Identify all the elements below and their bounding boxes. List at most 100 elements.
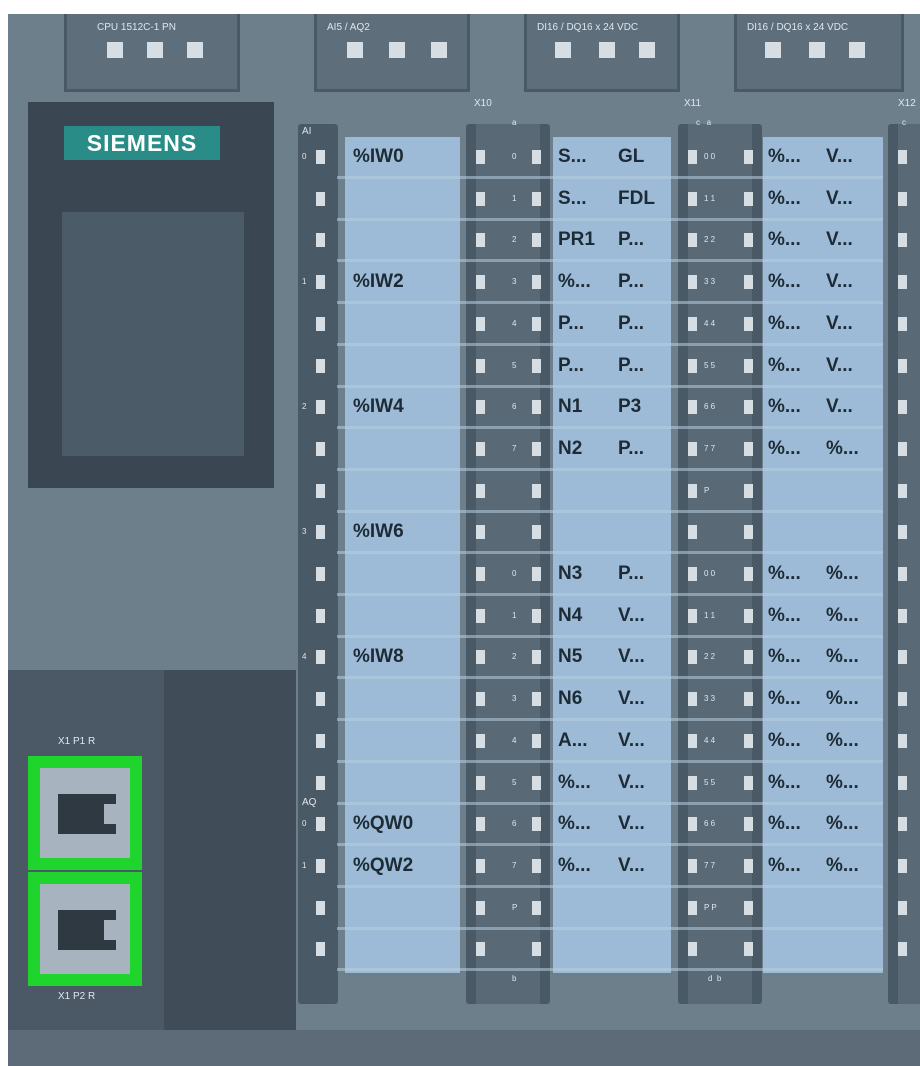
cpu-display-screen — [62, 212, 244, 456]
x10-signal-cell-2[interactable]: GL — [618, 146, 644, 168]
analog-channel-led — [316, 317, 325, 331]
x11-terminal-led-left — [688, 275, 697, 289]
x10-signal-cell[interactable]: N3 — [558, 563, 582, 585]
x11-signal-cell[interactable]: %... — [768, 646, 801, 668]
x10-signal-cell[interactable]: A... — [558, 730, 588, 752]
x11-signal-cell[interactable]: %... — [768, 229, 801, 251]
analog-address-cell[interactable]: %QW2 — [353, 855, 413, 877]
x10-signal-cell-2[interactable]: V... — [618, 772, 645, 794]
x10-signal-cell-2[interactable]: V... — [618, 605, 645, 627]
analog-channel-number: 0 — [302, 819, 307, 828]
x11-signal-cell[interactable]: %... — [768, 855, 801, 877]
analog-channel-led — [316, 400, 325, 414]
x11-signal-cell[interactable]: %... — [768, 313, 801, 335]
x10-terminal-led-right — [532, 942, 541, 956]
analog-channel-number: 0 — [302, 152, 307, 161]
row-separator — [337, 718, 883, 721]
ethernet-port-p1[interactable] — [28, 756, 142, 870]
x11-signal-cell-2[interactable]: %... — [826, 813, 859, 835]
x11-signal-cell[interactable]: %... — [768, 355, 801, 377]
x11-signal-cell-2[interactable]: %... — [826, 772, 859, 794]
x10-signal-cell[interactable]: S... — [558, 188, 587, 210]
x10-signal-cell[interactable]: N4 — [558, 605, 582, 627]
x10-signal-cell-2[interactable]: P... — [618, 563, 644, 585]
x11-signal-cell-2[interactable]: %... — [826, 646, 859, 668]
x11-signal-cell-2[interactable]: V... — [826, 396, 853, 418]
x10-terminal-led-right — [532, 317, 541, 331]
x10-signal-cell[interactable]: S... — [558, 146, 587, 168]
x11-signal-cell[interactable]: %... — [768, 271, 801, 293]
ethernet-port-p1-socket — [40, 768, 130, 858]
ethernet-port-p2[interactable] — [28, 872, 142, 986]
x10-signal-cell[interactable]: %... — [558, 772, 591, 794]
analog-address-cell[interactable]: %IW6 — [353, 521, 404, 543]
x10-signal-cell-2[interactable]: P... — [618, 271, 644, 293]
analog-channel-number: 2 — [302, 402, 307, 411]
analog-channel-led — [316, 567, 325, 581]
analog-address-cell[interactable]: %IW8 — [353, 646, 404, 668]
x11-terminal-led-right — [744, 901, 753, 915]
analog-address-cell[interactable]: %IW0 — [353, 146, 404, 168]
x11-signal-cell-2[interactable]: V... — [826, 188, 853, 210]
di-dq-module-header-2[interactable]: DI16 / DQ16 x 24 VDC — [734, 14, 904, 92]
analog-address-cell[interactable]: %IW2 — [353, 271, 404, 293]
cpu-display-panel[interactable]: SIEMENS — [28, 102, 274, 488]
x11-signal-cell[interactable]: %... — [768, 605, 801, 627]
analog-channel-led — [316, 901, 325, 915]
x11-signal-cell[interactable]: %... — [768, 188, 801, 210]
x10-signal-cell[interactable]: N5 — [558, 646, 582, 668]
x10-signal-cell[interactable]: N6 — [558, 688, 582, 710]
x10-terminal-led-right — [532, 150, 541, 164]
x10-signal-cell-2[interactable]: FDL — [618, 188, 655, 210]
x11-terminal-number: 4 4 — [704, 736, 716, 745]
ai-aq-module-header[interactable]: AI5 / AQ2 — [314, 14, 470, 92]
x11-signal-cell[interactable]: %... — [768, 146, 801, 168]
x10-signal-cell[interactable]: N2 — [558, 438, 582, 460]
x11-signal-cell-2[interactable]: V... — [826, 355, 853, 377]
x10-signal-cell-2[interactable]: V... — [618, 813, 645, 835]
x10-signal-cell-2[interactable]: P... — [618, 313, 644, 335]
x11-signal-cell[interactable]: %... — [768, 772, 801, 794]
x11-signal-cell-2[interactable]: %... — [826, 855, 859, 877]
x11-signal-cell-2[interactable]: V... — [826, 229, 853, 251]
x11-signal-cell[interactable]: %... — [768, 813, 801, 835]
x10-signal-cell-2[interactable]: P... — [618, 355, 644, 377]
x10-signal-cell-2[interactable]: V... — [618, 646, 645, 668]
analog-channel-led — [316, 359, 325, 373]
x10-signal-cell[interactable]: %... — [558, 271, 591, 293]
analog-address-cell[interactable]: %QW0 — [353, 813, 413, 835]
x10-signal-cell[interactable]: PR1 — [558, 229, 595, 251]
x10-signal-cell[interactable]: P... — [558, 313, 584, 335]
x10-signal-cell-2[interactable]: P... — [618, 229, 644, 251]
x11-signal-cell[interactable]: %... — [768, 730, 801, 752]
x11-signal-cell-2[interactable]: %... — [826, 605, 859, 627]
x10-terminal-number: 4 — [512, 736, 517, 745]
x10-signal-cell-2[interactable]: V... — [618, 730, 645, 752]
x11-signal-cell-2[interactable]: V... — [826, 271, 853, 293]
x11-signal-cell-2[interactable]: %... — [826, 730, 859, 752]
x10-signal-cell[interactable]: P... — [558, 355, 584, 377]
x11-signal-cell[interactable]: %... — [768, 688, 801, 710]
x11-signal-cell-2[interactable]: V... — [826, 146, 853, 168]
x11-signal-cell-2[interactable]: V... — [826, 313, 853, 335]
x10-signal-cell[interactable]: N1 — [558, 396, 582, 418]
di-dq-module-header-1[interactable]: DI16 / DQ16 x 24 VDC — [524, 14, 680, 92]
x10-signal-cell-2[interactable]: V... — [618, 855, 645, 877]
x10-signal-cell[interactable]: %... — [558, 813, 591, 835]
x10-signal-cell-2[interactable]: P3 — [618, 396, 641, 418]
x11-signal-cell[interactable]: %... — [768, 396, 801, 418]
x10-signal-cell[interactable]: %... — [558, 855, 591, 877]
row-separator — [337, 176, 883, 179]
x11-signal-cell-2[interactable]: %... — [826, 688, 859, 710]
x10-signal-cell-2[interactable]: P... — [618, 438, 644, 460]
x11-signal-cell-2[interactable]: %... — [826, 563, 859, 585]
analog-address-cell[interactable]: %IW4 — [353, 396, 404, 418]
analog-channel-led — [316, 442, 325, 456]
cpu-module-header[interactable]: CPU 1512C-1 PN — [64, 14, 240, 92]
x11-signal-cell-2[interactable]: %... — [826, 438, 859, 460]
row-separator — [337, 510, 883, 513]
x11-signal-cell[interactable]: %... — [768, 438, 801, 460]
x10-terminal-number: 2 — [512, 652, 517, 661]
x10-signal-cell-2[interactable]: V... — [618, 688, 645, 710]
x11-signal-cell[interactable]: %... — [768, 563, 801, 585]
